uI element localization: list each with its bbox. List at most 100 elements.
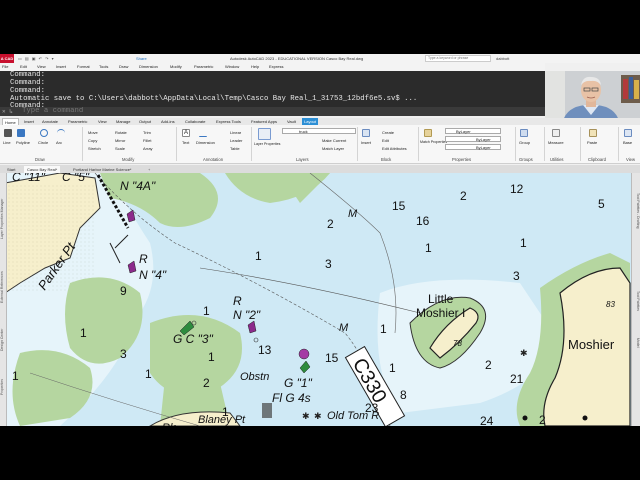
paste-icon[interactable] [589, 129, 597, 137]
edit-block-button[interactable]: Edit [382, 138, 389, 143]
circle-button[interactable]: Circle [38, 140, 48, 145]
layers-panel-label[interactable]: Layers [296, 157, 309, 163]
clipboard-panel-label[interactable]: Clipboard [588, 157, 606, 163]
new-tab-button[interactable]: + [145, 166, 153, 173]
command-input[interactable] [22, 107, 422, 116]
close-icon[interactable]: ✕ ↳ [2, 107, 13, 116]
tab-layout[interactable]: Layout [302, 118, 319, 125]
polyline-tool-icon[interactable] [17, 129, 25, 137]
group-button[interactable]: Group [519, 140, 530, 145]
menu-express[interactable]: Express [269, 63, 283, 71]
tab-addins[interactable]: Add-ins [159, 118, 177, 125]
design-center-palette[interactable]: Design Center [0, 306, 7, 351]
linear-button[interactable]: Linear [230, 130, 241, 135]
menu-edit[interactable]: Edit [20, 63, 27, 71]
text-button[interactable]: Text [182, 140, 189, 145]
move-button[interactable]: Move [88, 130, 98, 135]
text-tool-icon[interactable]: A [182, 129, 190, 137]
share-button[interactable]: Share [133, 55, 150, 62]
menu-window[interactable]: Window [225, 63, 239, 71]
menu-tools[interactable]: Tools [99, 63, 108, 71]
tab-featured-apps[interactable]: Featured Apps [249, 118, 279, 125]
menu-parametric[interactable]: Parametric [194, 63, 213, 71]
tool-palettes[interactable]: Tool Palettes [633, 291, 640, 331]
tab-parametric[interactable]: Parametric [66, 118, 89, 125]
paste-button[interactable]: Paste [587, 140, 597, 145]
layer-properties-palette[interactable]: Layer Properties Manager [0, 179, 7, 239]
line-tool-icon[interactable] [4, 129, 12, 137]
view-panel-label[interactable]: View [626, 157, 635, 163]
nautical-chart-drawing[interactable]: C330 ✱ ✱ ✱ ✱ C "11" C "5" N "4A" R N "4" [0, 173, 640, 426]
arc-button[interactable]: Arc [56, 140, 62, 145]
menu-view[interactable]: View [37, 63, 46, 71]
make-current-button[interactable]: Make Current [322, 138, 346, 143]
table-button[interactable]: Table [230, 146, 240, 151]
menu-insert[interactable]: Insert [56, 63, 66, 71]
menu-file[interactable]: File [2, 63, 8, 71]
lineweight-dropdown[interactable]: ByLayer [445, 144, 501, 150]
create-block-button[interactable]: Create [382, 130, 394, 135]
tab-start[interactable]: Start [4, 166, 18, 173]
layer-properties-icon[interactable] [258, 128, 271, 140]
match-properties-button[interactable]: Match Properties [420, 140, 447, 144]
tab-manage[interactable]: Manage [114, 118, 132, 125]
tab-view[interactable]: View [96, 118, 109, 125]
utilities-panel-label[interactable]: Utilities [550, 157, 564, 163]
tab-casco-bay[interactable]: Casco Bay Real* [24, 166, 61, 173]
quick-access-toolbar[interactable]: ▭ ▤ ▣ ↶ ↷ ▾ [18, 54, 55, 63]
menu-modify[interactable]: Modify [170, 63, 182, 71]
modify-panel-label[interactable]: Modify [122, 157, 134, 163]
block-panel-label[interactable]: Block [381, 157, 391, 163]
line-button[interactable]: Line [3, 140, 11, 145]
arc-tool-icon[interactable] [57, 129, 65, 137]
menu-dimension[interactable]: Dimension [139, 63, 158, 71]
group-icon[interactable] [520, 129, 528, 137]
tab-insert[interactable]: Insert [22, 118, 36, 125]
draw-panel-label[interactable]: Draw [35, 157, 45, 163]
base-view-icon[interactable] [624, 129, 632, 137]
tab-vault[interactable]: Vault [285, 118, 298, 125]
groups-panel-label[interactable]: Groups [519, 157, 533, 163]
tab-annotate[interactable]: Annotate [40, 118, 60, 125]
match-layer-button[interactable]: Match Layer [322, 146, 344, 151]
menu-format[interactable]: Format [77, 63, 90, 71]
edit-attributes-button[interactable]: Edit Attributes [382, 146, 407, 151]
user-account[interactable]: dabbott [496, 54, 509, 63]
scale-button[interactable]: Scale [115, 146, 125, 151]
external-references-palette[interactable]: External References [0, 243, 7, 303]
autocad-logo[interactable]: A CAD [0, 54, 14, 63]
color-dropdown[interactable]: ByLayer [445, 128, 501, 134]
circle-tool-icon[interactable] [40, 129, 48, 137]
properties-palette[interactable]: Properties [0, 355, 7, 395]
tab-express-tools[interactable]: Express Tools [214, 118, 243, 125]
copy-button[interactable]: Copy [88, 138, 97, 143]
layer-properties-button[interactable]: Layer Properties [254, 142, 280, 146]
leader-button[interactable]: Leader [230, 138, 242, 143]
annotation-panel-label[interactable]: Annotation [203, 157, 223, 163]
tool-palettes-drafting[interactable]: Tool Palettes - Drafting [633, 193, 640, 283]
menu-help[interactable]: Help [251, 63, 259, 71]
dimension-button[interactable]: Dimension [196, 140, 215, 145]
layer-dropdown[interactable]: truck [282, 128, 356, 134]
drawing-canvas[interactable]: C330 ✱ ✱ ✱ ✱ C "11" C "5" N "4A" R N "4" [0, 173, 640, 426]
dimension-tool-icon[interactable] [199, 129, 207, 137]
measure-button[interactable]: Measure [548, 140, 564, 145]
tab-portland-harbor[interactable]: Portland Harbor Marine Science* [70, 166, 134, 173]
base-button[interactable]: Base [623, 140, 632, 145]
trim-button[interactable]: Trim [143, 130, 151, 135]
insert-button[interactable]: Insert [361, 140, 371, 145]
tab-collaborate[interactable]: Collaborate [183, 118, 207, 125]
mirror-button[interactable]: Mirror [115, 138, 125, 143]
polyline-button[interactable]: Polyline [16, 140, 30, 145]
search-box[interactable]: Type a keyword or phrase [425, 55, 491, 62]
properties-panel-label[interactable]: Properties [452, 157, 471, 163]
measure-icon[interactable] [552, 129, 560, 137]
stretch-button[interactable]: Stretch [88, 146, 101, 151]
rotate-button[interactable]: Rotate [115, 130, 127, 135]
fillet-button[interactable]: Fillet [143, 138, 151, 143]
insert-block-icon[interactable] [362, 129, 370, 137]
array-button[interactable]: Array [143, 146, 153, 151]
match-properties-icon[interactable] [424, 129, 432, 137]
linetype-dropdown[interactable]: ByLayer [445, 136, 501, 142]
model-palette[interactable]: Model [633, 338, 640, 368]
